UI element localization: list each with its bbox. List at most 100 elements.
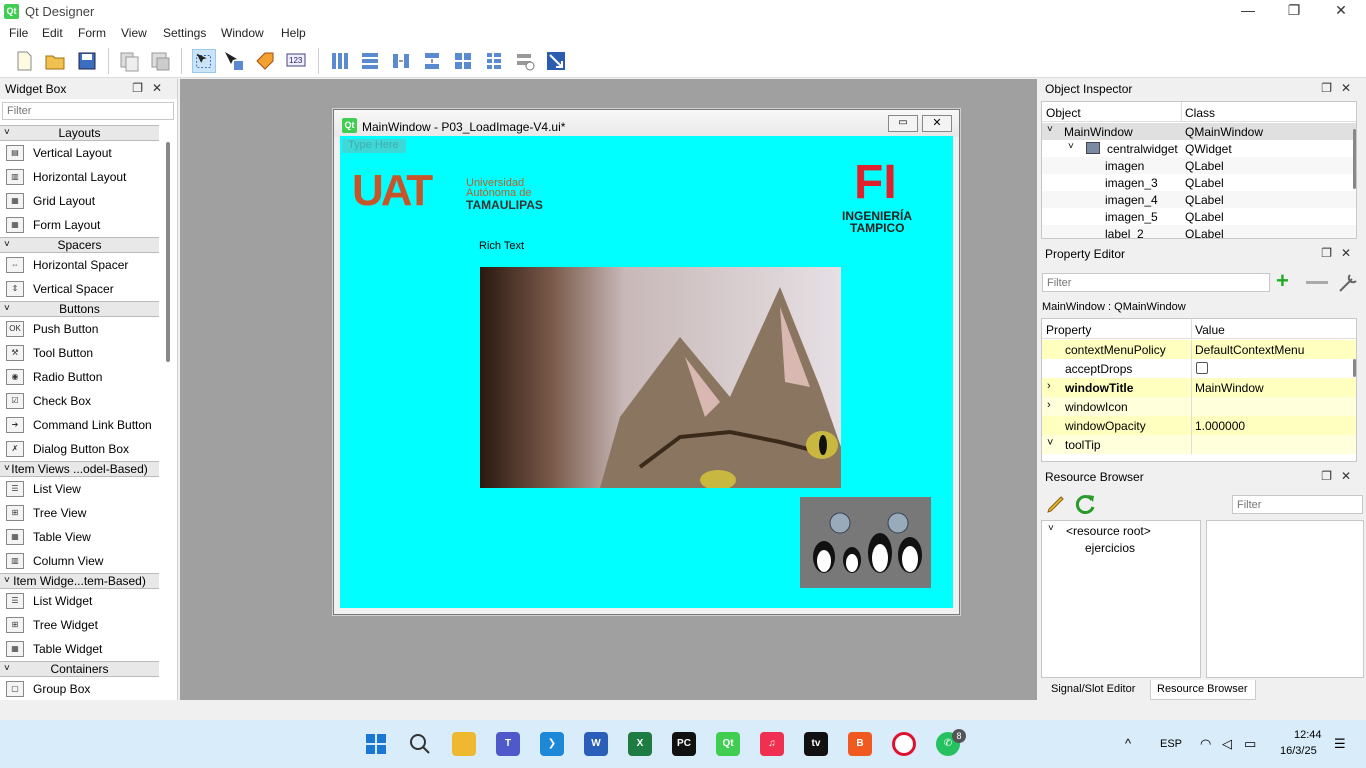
uat-logo-label[interactable]: UAT Universidad Autónoma de TAMAULIPAS: [352, 168, 562, 214]
col-property[interactable]: Property: [1046, 323, 1091, 337]
property-row[interactable]: ˅ toolTip: [1042, 435, 1356, 454]
menu-type-here[interactable]: Type Here: [342, 139, 406, 153]
layout-vertical-icon[interactable]: [358, 49, 382, 73]
chevron-down-icon[interactable]: ˅: [1047, 124, 1053, 135]
widget-item[interactable]: ⊞ Tree View: [0, 501, 159, 525]
widget-item[interactable]: ⇕ Vertical Spacer: [0, 277, 159, 301]
property-value[interactable]: DefaultContextMenu: [1195, 343, 1304, 357]
widget-item[interactable]: ▦ Form Layout: [0, 213, 159, 237]
volume-icon[interactable]: ◁: [1222, 736, 1232, 752]
layout-horizontal-icon[interactable]: [328, 49, 352, 73]
widget-item[interactable]: ▦ Table Widget: [0, 637, 159, 661]
property-scrollbar[interactable]: [1353, 359, 1356, 377]
widget-item[interactable]: ◉ Radio Button: [0, 365, 159, 389]
widget-item[interactable]: ▦ Grid Layout: [0, 189, 159, 213]
property-row[interactable]: contextMenuPolicy DefaultContextMenu: [1042, 340, 1356, 359]
layout-h-splitter-icon[interactable]: [389, 49, 413, 73]
property-row[interactable]: windowOpacity 1.000000: [1042, 416, 1356, 435]
menu-help[interactable]: Help: [281, 26, 306, 40]
wifi-icon[interactable]: ◠: [1200, 736, 1211, 752]
widget-box-scrollbar[interactable]: [166, 142, 170, 362]
apple-tv-icon[interactable]: tv: [804, 732, 828, 756]
property-value[interactable]: 1.000000: [1195, 419, 1245, 433]
widget-item[interactable]: ⊞ Tree Widget: [0, 613, 159, 637]
object-tree-scrollbar[interactable]: [1353, 129, 1356, 189]
add-property-icon[interactable]: +: [1276, 270, 1289, 292]
col-class[interactable]: Class: [1185, 106, 1215, 120]
edit-widgets-icon[interactable]: [192, 49, 216, 73]
menu-view[interactable]: View: [121, 26, 147, 40]
widget-category[interactable]: ˅ Buttons: [0, 301, 159, 317]
widget-item[interactable]: ▥ Horizontal Layout: [0, 165, 159, 189]
minimize-button[interactable]: —: [1225, 0, 1271, 23]
widget-category[interactable]: ˅ Item Views ...odel-Based): [0, 461, 159, 477]
central-widget[interactable]: Type Here UAT Universidad Autónoma de TA…: [340, 136, 953, 608]
dock-buttons[interactable]: ❐✕: [1321, 246, 1360, 260]
dock-buttons[interactable]: ❐✕: [1321, 469, 1360, 483]
file-explorer-icon[interactable]: [452, 732, 476, 756]
col-object[interactable]: Object: [1046, 106, 1081, 120]
property-filter-input[interactable]: [1042, 273, 1270, 292]
word-icon[interactable]: W: [584, 732, 608, 756]
chevron-right-icon[interactable]: ›: [1047, 399, 1051, 411]
chevron-up-icon[interactable]: ^: [1125, 736, 1131, 751]
object-tree-row[interactable]: ˅ MainWindow QMainWindow: [1042, 123, 1356, 140]
qt-designer-task-icon[interactable]: Qt: [716, 732, 740, 756]
chevron-down-icon[interactable]: ˅: [1068, 141, 1074, 152]
clock-date[interactable]: 16/3/25: [1280, 745, 1317, 757]
object-tree-row[interactable]: imagen_4 QLabel: [1042, 191, 1356, 208]
search-icon[interactable]: [408, 732, 432, 756]
col-value[interactable]: Value: [1195, 323, 1225, 337]
resource-item[interactable]: ejercicios: [1085, 541, 1135, 555]
object-tree-row[interactable]: imagen_5 QLabel: [1042, 208, 1356, 225]
opera-icon[interactable]: [892, 732, 916, 756]
teams-icon[interactable]: T: [496, 732, 520, 756]
new-file-icon[interactable]: [12, 49, 36, 73]
edit-signals-icon[interactable]: [222, 49, 246, 73]
chevron-down-icon[interactable]: ˅: [1047, 437, 1053, 449]
widget-category[interactable]: ˅ Item Widge...tem-Based): [0, 573, 159, 589]
property-row[interactable]: › windowTitle MainWindow: [1042, 378, 1356, 397]
menu-form[interactable]: Form: [78, 26, 106, 40]
layout-grid-icon[interactable]: [451, 49, 475, 73]
chevron-down-icon[interactable]: ˅: [4, 662, 10, 676]
widget-item[interactable]: ☑ Check Box: [0, 389, 159, 413]
excel-icon[interactable]: X: [628, 732, 652, 756]
dock-buttons[interactable]: ❐✕: [132, 81, 171, 95]
notifications-icon[interactable]: ☰: [1334, 736, 1346, 752]
edit-tab-order-icon[interactable]: 123: [284, 49, 308, 73]
widget-category[interactable]: ˅ Spacers: [0, 237, 159, 253]
maximize-button[interactable]: ❐: [1271, 0, 1317, 23]
cat-image[interactable]: [480, 267, 841, 488]
brave-icon[interactable]: B: [848, 732, 872, 756]
chevron-down-icon[interactable]: ˅: [4, 462, 10, 476]
edit-resources-icon[interactable]: [1044, 492, 1068, 516]
edit-buddies-icon[interactable]: [253, 49, 277, 73]
dock-buttons[interactable]: ❐✕: [1321, 81, 1360, 95]
accept-drops-checkbox[interactable]: [1196, 362, 1208, 374]
clock-time[interactable]: 12:44: [1294, 729, 1322, 741]
chevron-down-icon[interactable]: ˅: [1048, 523, 1054, 534]
resource-filter-input[interactable]: [1232, 495, 1363, 514]
pycharm-icon[interactable]: PC: [672, 732, 696, 756]
fi-logo-label[interactable]: FI INGENIERÍA TAMPICO: [840, 158, 932, 238]
object-tree-row[interactable]: label_2 QLabel: [1042, 225, 1356, 238]
widget-filter-input[interactable]: [2, 102, 174, 120]
layout-form-icon[interactable]: [482, 49, 506, 73]
object-tree-row[interactable]: imagen_3 QLabel: [1042, 174, 1356, 191]
widget-item[interactable]: ⇔ Horizontal Spacer: [0, 253, 159, 277]
widget-item[interactable]: ➔ Command Link Button: [0, 413, 159, 437]
chevron-down-icon[interactable]: ˅: [4, 126, 10, 140]
copy-icon[interactable]: [117, 49, 141, 73]
widget-category[interactable]: ˅ Layouts: [0, 125, 159, 141]
widget-item[interactable]: ▦ Table View: [0, 525, 159, 549]
battery-icon[interactable]: ▭: [1244, 736, 1256, 752]
windows-start-icon[interactable]: [364, 732, 388, 756]
property-row[interactable]: › windowIcon: [1042, 397, 1356, 416]
widget-item[interactable]: ☰ List View: [0, 477, 159, 501]
property-value[interactable]: MainWindow: [1195, 381, 1264, 395]
widget-item[interactable]: ⚒ Tool Button: [0, 341, 159, 365]
widget-item[interactable]: ▥ Column View: [0, 549, 159, 573]
break-layout-icon[interactable]: [513, 49, 537, 73]
save-icon[interactable]: [75, 49, 99, 73]
